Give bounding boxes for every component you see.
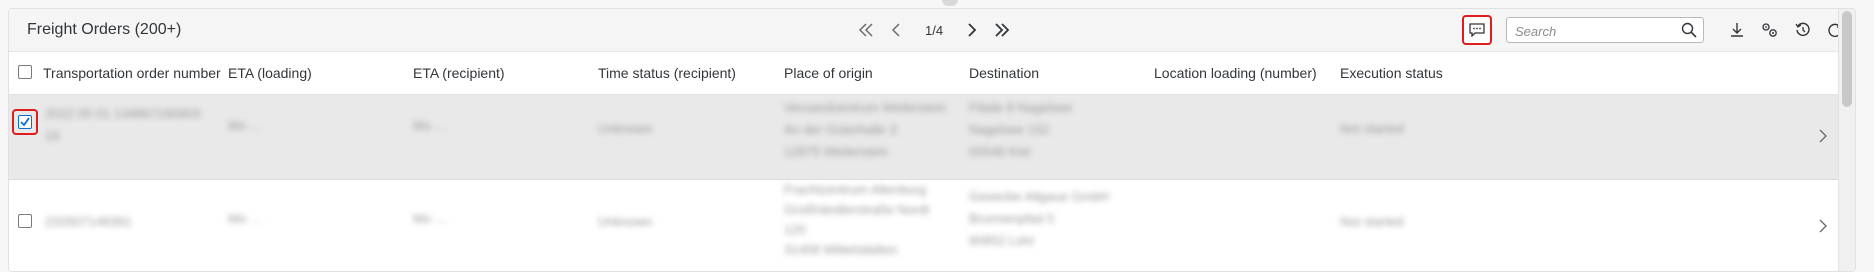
freight-orders-panel: Freight Orders (200+) 1/4 Search Transpo…: [8, 8, 1856, 272]
double-chevron-left-icon: [858, 23, 873, 37]
settings-icon: [1762, 23, 1777, 37]
table-toolbar: Freight Orders (200+) 1/4: [9, 9, 1855, 52]
vertical-scrollbar[interactable]: [1838, 9, 1855, 271]
column-header-place-of-origin[interactable]: Place of origin: [784, 65, 873, 81]
column-header-eta-recipient[interactable]: ETA (recipient): [413, 65, 505, 81]
history-icon: [1795, 22, 1810, 36]
cell-order-number: 220507148391: [45, 214, 132, 229]
previous-page-button[interactable]: [881, 17, 911, 43]
cell-eta-loading: Mo …: [228, 211, 263, 226]
settings-button[interactable]: [1757, 17, 1783, 43]
column-header-time-status[interactable]: Time status (recipient): [598, 65, 736, 81]
double-chevron-right-icon: [995, 23, 1010, 37]
cell-order-number: 2022 05 01 134867190903 16: [45, 106, 201, 143]
first-page-button[interactable]: [851, 17, 881, 43]
table-header: Transportation order number ETA (loading…: [9, 52, 1855, 95]
search-field[interactable]: [1506, 17, 1704, 43]
search-input[interactable]: [1513, 21, 1677, 41]
column-header-location-loading[interactable]: Location loading (number): [1154, 65, 1317, 81]
comment-icon: [1469, 23, 1485, 37]
page-indicator: 1/4: [925, 22, 944, 38]
table-title: Freight Orders (200+): [27, 21, 182, 38]
cell-eta-loading: Mo …: [228, 118, 263, 133]
search-icon[interactable]: [1681, 22, 1697, 43]
next-page-button[interactable]: [957, 17, 987, 43]
cell-execution-status: Not started: [1340, 214, 1404, 229]
cell-place-of-origin: Versandzentrum Weilerstein An der Güterh…: [784, 100, 947, 159]
cell-place-of-origin: Frachtzentrum Altenburg Großhändlerstraß…: [784, 182, 930, 257]
scrollbar-thumb[interactable]: [1842, 11, 1852, 107]
download-icon: [1731, 23, 1743, 37]
chevron-right-icon: [968, 23, 977, 37]
column-header-order-number[interactable]: Transportation order number: [43, 65, 221, 81]
row-checkbox-highlight: [12, 109, 38, 135]
comment-button[interactable]: [1462, 15, 1492, 45]
row-navigation-chevron[interactable]: [1819, 219, 1827, 238]
column-header-eta-loading[interactable]: ETA (loading): [228, 65, 312, 81]
cell-time-status: Unknown: [598, 214, 653, 229]
table-row[interactable]: 220507148391 Mo … Mo … Unknown Frachtzen…: [9, 180, 1855, 271]
cell-destination: Filiale 8 Nagelsee Nagelsee 152 00546 Ki…: [969, 100, 1073, 159]
download-button[interactable]: [1724, 17, 1750, 43]
chevron-left-icon: [891, 23, 900, 37]
cell-time-status: Unknown: [598, 121, 653, 136]
checkmark-icon: [20, 117, 30, 127]
cell-eta-recipient: Mo …: [413, 211, 448, 226]
top-drag-handle[interactable]: [942, 0, 958, 6]
table-row[interactable]: 2022 05 01 134867190903 16 Mo … Mo … Unk…: [9, 95, 1855, 180]
column-header-execution-status[interactable]: Execution status: [1340, 65, 1443, 81]
pagination: 1/4: [851, 17, 1017, 43]
cell-execution-status: Not started: [1340, 121, 1404, 136]
row-checkbox[interactable]: [18, 214, 32, 228]
cell-destination: Gewerbe Allgaue GmbH Brunnenpfad 5 90852…: [969, 189, 1110, 248]
column-header-destination[interactable]: Destination: [969, 65, 1039, 81]
cell-eta-recipient: Mo …: [413, 118, 448, 133]
chevron-right-icon: [1819, 129, 1827, 143]
row-checkbox[interactable]: [18, 115, 32, 129]
chevron-right-icon: [1819, 219, 1827, 233]
select-all-checkbox[interactable]: [18, 65, 32, 79]
last-page-button[interactable]: [987, 17, 1017, 43]
row-navigation-chevron[interactable]: [1819, 129, 1827, 148]
history-button[interactable]: [1790, 17, 1816, 43]
